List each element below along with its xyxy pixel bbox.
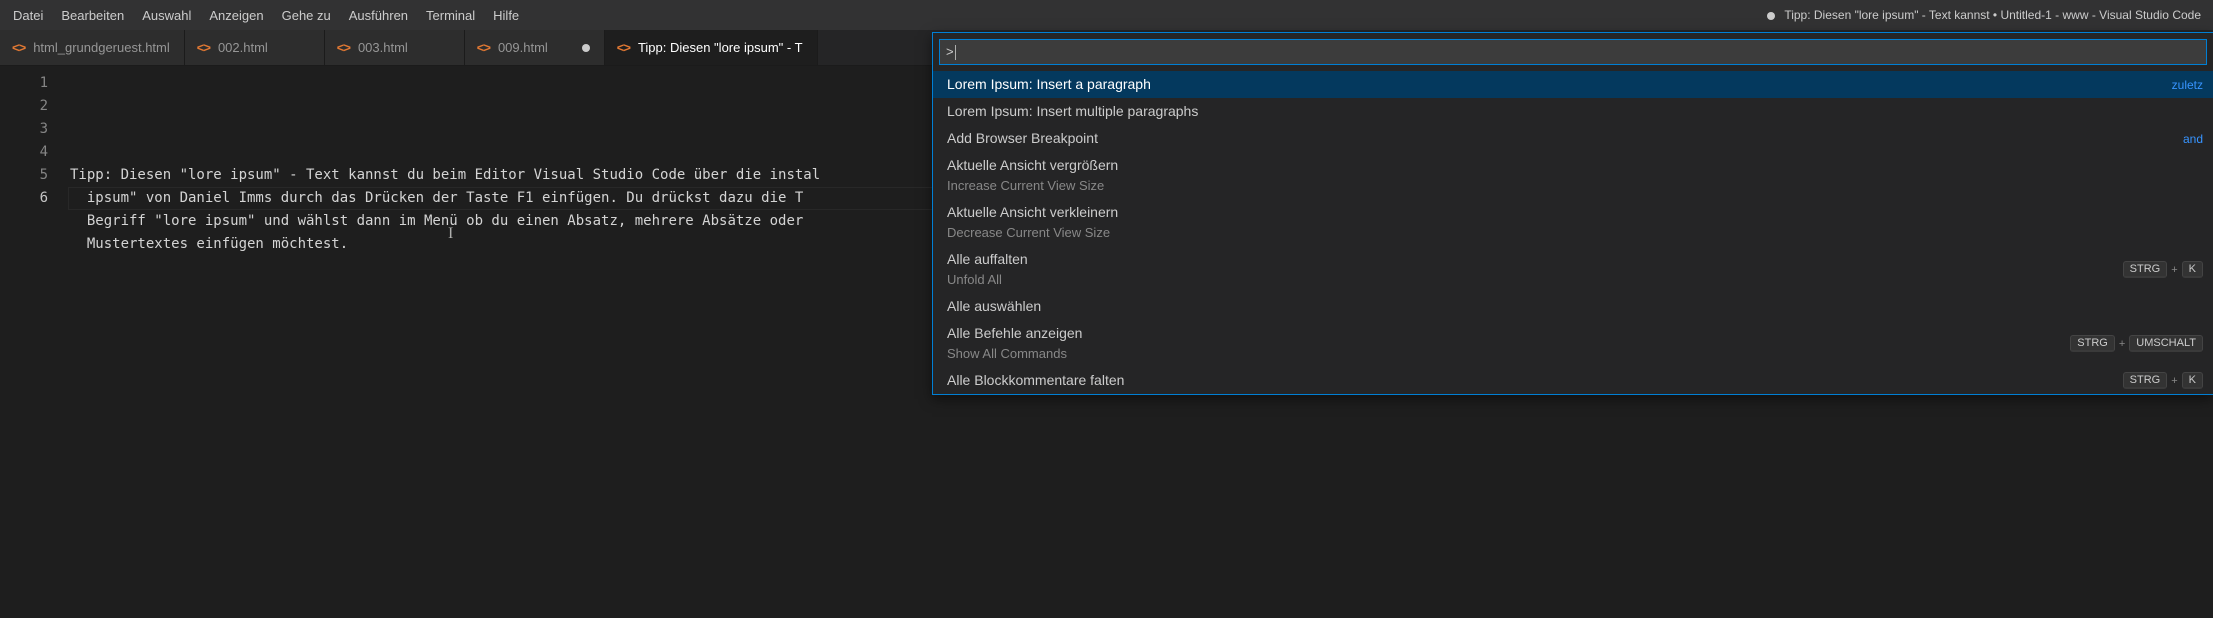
menu-item-auswahl[interactable]: Auswahl	[133, 4, 200, 27]
command-label: Lorem Ipsum: Insert multiple paragraphs	[947, 102, 1198, 121]
command-label: Add Browser Breakpoint	[947, 129, 1098, 148]
command-sublabel: Increase Current View Size	[947, 176, 1118, 195]
html-file-icon: <>	[477, 40, 490, 55]
keycap: STRG	[2070, 335, 2115, 352]
command-label: Alle auffalten	[947, 250, 1028, 269]
menubar: DateiBearbeitenAuswahlAnzeigenGehe zuAus…	[4, 4, 528, 27]
tab-label: 002.html	[218, 40, 268, 55]
line-number: 2	[0, 95, 48, 118]
keybinding: STRG+ K	[2123, 261, 2203, 278]
keycap: STRG	[2123, 372, 2168, 389]
keycap: STRG	[2123, 261, 2168, 278]
tab-label: 009.html	[498, 40, 548, 55]
menu-item-anzeigen[interactable]: Anzeigen	[200, 4, 272, 27]
command-sublabel: Show All Commands	[947, 344, 1082, 363]
command-palette-item[interactable]: Aktuelle Ansicht vergrößernIncrease Curr…	[933, 152, 2213, 199]
command-sublabel: Unfold All	[947, 270, 1028, 289]
keybinding: STRG + UMSCHALT	[2070, 335, 2203, 352]
line-number-gutter: 123456	[0, 66, 70, 618]
command-label: Aktuelle Ansicht verkleinern	[947, 203, 1118, 222]
menu-item-terminal[interactable]: Terminal	[417, 4, 484, 27]
html-file-icon: <>	[12, 40, 25, 55]
key-plus: +	[2119, 338, 2125, 350]
menu-item-datei[interactable]: Datei	[4, 4, 52, 27]
menu-item-bearbeiten[interactable]: Bearbeiten	[52, 4, 133, 27]
command-label: Lorem Ipsum: Insert a paragraph	[947, 75, 1151, 94]
command-palette-input-wrap: >	[933, 33, 2213, 71]
key-plus: +	[2171, 264, 2177, 276]
editor-tab[interactable]: <> 009.html	[465, 30, 605, 65]
editor-tab[interactable]: <> html_grundgeruest.html	[0, 30, 185, 65]
editor-tab[interactable]: <> 003.html	[325, 30, 465, 65]
unsaved-indicator-icon	[1767, 12, 1775, 20]
tab-label: html_grundgeruest.html	[33, 40, 170, 55]
menu-item-ausführen[interactable]: Ausführen	[340, 4, 417, 27]
command-palette-item[interactable]: Alle auswählen	[933, 293, 2213, 320]
command-hint: zuletz	[2172, 78, 2203, 92]
command-palette-list: Lorem Ipsum: Insert a paragraphzuletzLor…	[933, 71, 2213, 394]
menu-item-gehe zu[interactable]: Gehe zu	[273, 4, 340, 27]
html-file-icon: <>	[337, 40, 350, 55]
command-palette-item[interactable]: Alle Blockkommentare falten STRG+ K	[933, 367, 2213, 394]
command-palette-item[interactable]: Alle auffaltenUnfold All STRG+ K	[933, 246, 2213, 293]
keycap: K	[2182, 261, 2203, 278]
html-file-icon: <>	[197, 40, 210, 55]
command-label: Aktuelle Ansicht vergrößern	[947, 156, 1118, 175]
line-number: 4	[0, 141, 48, 164]
command-palette: > Lorem Ipsum: Insert a paragraphzuletzL…	[932, 32, 2213, 395]
keycap: K	[2182, 372, 2203, 389]
line-number: 1	[0, 72, 48, 95]
command-palette-item[interactable]: Aktuelle Ansicht verkleinernDecrease Cur…	[933, 199, 2213, 246]
html-file-icon: <>	[617, 40, 630, 55]
input-caret-icon	[955, 45, 956, 60]
keycap: UMSCHALT	[2129, 335, 2203, 352]
keybinding: STRG+ K	[2123, 372, 2203, 389]
titlebar: DateiBearbeitenAuswahlAnzeigenGehe zuAus…	[0, 0, 2213, 30]
window-title: Tipp: Diesen "lore ipsum" - Text kannst …	[528, 8, 2209, 22]
command-sublabel: Decrease Current View Size	[947, 223, 1118, 242]
menu-item-hilfe[interactable]: Hilfe	[484, 4, 528, 27]
command-hint: and	[2183, 132, 2203, 146]
command-palette-item[interactable]: Alle Befehle anzeigenShow All Commands ST…	[933, 320, 2213, 367]
command-palette-item[interactable]: Add Browser Breakpoint and	[933, 125, 2213, 152]
line-number: 3	[0, 118, 48, 141]
editor-tab[interactable]: <> Tipp: Diesen "lore ipsum" - T	[605, 30, 818, 65]
tab-label: 003.html	[358, 40, 408, 55]
command-label: Alle Blockkommentare falten	[947, 371, 1124, 390]
window-title-text: Tipp: Diesen "lore ipsum" - Text kannst …	[1784, 8, 2201, 22]
command-palette-item[interactable]: Lorem Ipsum: Insert multiple paragraphs	[933, 98, 2213, 125]
editor-tab[interactable]: <> 002.html	[185, 30, 325, 65]
key-plus: +	[2171, 375, 2177, 387]
line-number: 5	[0, 164, 48, 187]
command-label: Alle Befehle anzeigen	[947, 324, 1082, 343]
tab-label: Tipp: Diesen "lore ipsum" - T	[638, 40, 803, 55]
command-palette-input-value: >	[946, 44, 954, 59]
command-palette-item[interactable]: Lorem Ipsum: Insert a paragraph zuletz	[933, 71, 2213, 98]
line-number: 6	[0, 187, 48, 210]
command-label: Alle auswählen	[947, 297, 1041, 316]
command-palette-input[interactable]: >	[939, 39, 2207, 65]
dirty-indicator-icon	[582, 44, 590, 52]
